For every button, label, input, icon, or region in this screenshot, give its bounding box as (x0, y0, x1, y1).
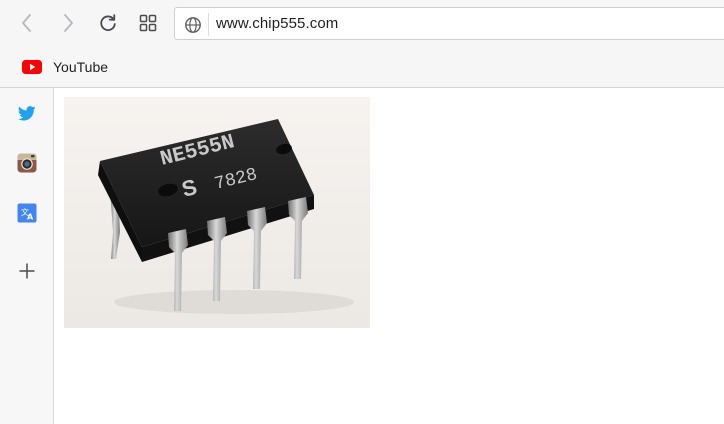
tab-grid-icon (139, 14, 157, 32)
forward-button[interactable] (53, 8, 83, 38)
svg-text:A: A (27, 213, 34, 222)
translate-icon: 文 A (17, 203, 37, 223)
plus-icon (19, 263, 35, 279)
sidebar: 文 A (0, 88, 54, 424)
page-content: NE555N S 7828 (54, 88, 724, 424)
bookmark-youtube[interactable]: YouTube (22, 56, 108, 78)
globe-icon (185, 17, 201, 33)
tabs-overview-button[interactable] (133, 8, 163, 38)
address-divider (208, 13, 209, 36)
sidebar-item-twitter[interactable] (16, 102, 38, 124)
reload-button[interactable] (93, 8, 123, 38)
sidebar-add-button[interactable] (16, 260, 38, 282)
twitter-icon (18, 105, 36, 120)
browser-window: www.chip555.com YouTube 文 A NE555N S 782… (0, 0, 724, 424)
back-button[interactable] (12, 8, 42, 38)
bookmark-label: YouTube (53, 59, 109, 75)
reload-icon (100, 14, 116, 31)
chevron-right-icon (64, 14, 73, 32)
chevron-left-icon (22, 14, 31, 32)
instagram-icon (17, 153, 37, 173)
bookmarks-bar: YouTube (0, 47, 724, 88)
sidebar-item-translate[interactable]: 文 A (16, 202, 38, 224)
chip-image: NE555N S 7828 (64, 97, 370, 328)
toolbar: www.chip555.com (0, 0, 724, 47)
address-bar[interactable]: www.chip555.com (174, 7, 724, 40)
url-text[interactable]: www.chip555.com (216, 15, 338, 32)
sidebar-item-instagram[interactable] (16, 152, 38, 174)
youtube-icon (22, 60, 42, 74)
